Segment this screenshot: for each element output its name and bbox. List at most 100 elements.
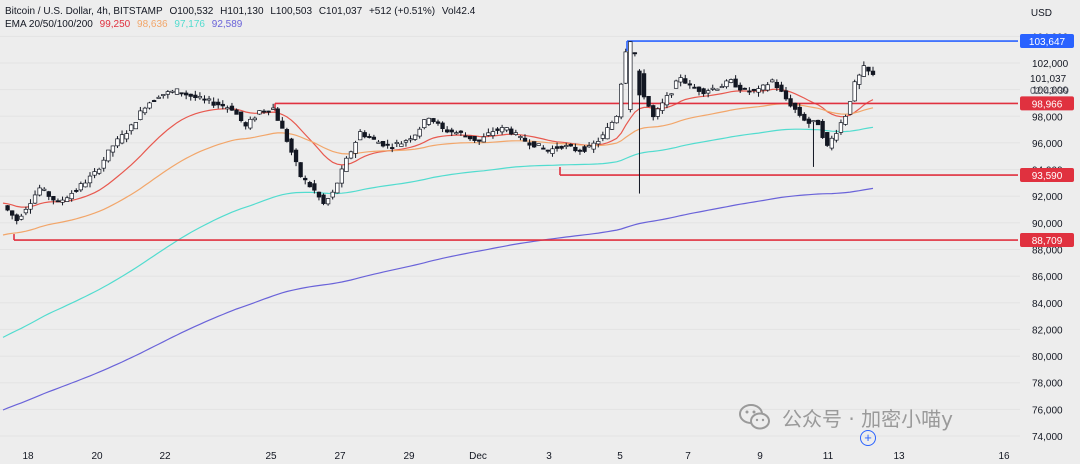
candle[interactable] bbox=[609, 120, 615, 131]
candle[interactable] bbox=[683, 74, 688, 84]
candle[interactable] bbox=[362, 130, 367, 139]
candle[interactable] bbox=[765, 82, 770, 92]
add-button[interactable]: + bbox=[860, 430, 876, 446]
candle[interactable] bbox=[170, 89, 175, 94]
candle[interactable] bbox=[431, 117, 436, 124]
candle[interactable] bbox=[151, 99, 157, 103]
candle[interactable] bbox=[197, 92, 203, 100]
candle[interactable] bbox=[440, 121, 445, 133]
candle[interactable] bbox=[692, 83, 697, 89]
candle[interactable] bbox=[806, 116, 812, 128]
candle[interactable] bbox=[847, 101, 853, 116]
candle[interactable] bbox=[399, 141, 404, 147]
candle[interactable] bbox=[742, 87, 747, 90]
candle[interactable] bbox=[10, 210, 15, 220]
candle[interactable] bbox=[280, 117, 285, 129]
candle[interactable] bbox=[380, 140, 386, 148]
candle[interactable] bbox=[870, 66, 876, 77]
candle[interactable] bbox=[133, 122, 138, 130]
candle[interactable] bbox=[206, 95, 212, 104]
candle[interactable] bbox=[193, 90, 198, 101]
candle[interactable] bbox=[202, 95, 207, 104]
candle[interactable] bbox=[339, 165, 344, 188]
candle[interactable] bbox=[669, 93, 674, 98]
candle[interactable] bbox=[783, 87, 789, 101]
candle[interactable] bbox=[857, 73, 862, 90]
candle[interactable] bbox=[42, 187, 47, 192]
candle[interactable] bbox=[408, 135, 413, 143]
candle[interactable] bbox=[733, 75, 738, 88]
candle[interactable] bbox=[78, 181, 83, 192]
price-chart[interactable]: 104,000102,000100,00098,00096,00094,0009… bbox=[0, 0, 1080, 464]
candle[interactable] bbox=[628, 41, 633, 113]
candle[interactable] bbox=[46, 190, 51, 201]
ema-label[interactable]: EMA 20/50/100/200 bbox=[5, 19, 93, 30]
candle[interactable] bbox=[358, 129, 363, 141]
candle[interactable] bbox=[238, 111, 244, 123]
candle[interactable] bbox=[756, 85, 761, 97]
candle[interactable] bbox=[367, 133, 372, 139]
candle[interactable] bbox=[83, 179, 88, 188]
candle[interactable] bbox=[312, 179, 317, 194]
candle[interactable] bbox=[229, 102, 235, 112]
candle[interactable] bbox=[330, 189, 335, 200]
candle[interactable] bbox=[861, 61, 866, 77]
candle[interactable] bbox=[724, 79, 729, 89]
candle[interactable] bbox=[243, 121, 248, 130]
candle[interactable] bbox=[353, 140, 358, 158]
candle[interactable] bbox=[257, 110, 262, 115]
candle[interactable] bbox=[577, 148, 583, 155]
candle[interactable] bbox=[385, 139, 390, 149]
candle[interactable] bbox=[303, 175, 308, 185]
candle[interactable] bbox=[445, 126, 450, 134]
candle[interactable] bbox=[619, 82, 624, 120]
candle[interactable] bbox=[19, 213, 24, 221]
candle[interactable] bbox=[174, 88, 180, 95]
candle[interactable] bbox=[660, 98, 665, 114]
candle[interactable] bbox=[481, 133, 486, 143]
candle[interactable] bbox=[614, 115, 619, 124]
candle[interactable] bbox=[788, 94, 793, 108]
candle[interactable] bbox=[348, 150, 354, 160]
candle[interactable] bbox=[550, 145, 555, 157]
candle[interactable] bbox=[499, 124, 505, 135]
candle[interactable] bbox=[284, 127, 290, 143]
candle[interactable] bbox=[495, 127, 500, 135]
candle[interactable] bbox=[518, 135, 523, 141]
candle[interactable] bbox=[51, 196, 56, 205]
candle[interactable] bbox=[600, 131, 605, 142]
candle[interactable] bbox=[559, 145, 564, 150]
candle[interactable] bbox=[275, 107, 280, 121]
candle[interactable] bbox=[115, 136, 120, 149]
candle[interactable] bbox=[110, 145, 116, 157]
candle[interactable] bbox=[728, 78, 734, 84]
candle[interactable] bbox=[161, 94, 166, 99]
candle[interactable] bbox=[371, 134, 377, 140]
candle[interactable] bbox=[394, 139, 399, 148]
candle[interactable] bbox=[298, 162, 303, 178]
candle[interactable] bbox=[316, 191, 322, 201]
candle[interactable] bbox=[467, 135, 473, 141]
candle[interactable] bbox=[5, 205, 10, 212]
candle[interactable] bbox=[664, 92, 670, 109]
candle[interactable] bbox=[582, 145, 587, 153]
candle[interactable] bbox=[97, 167, 102, 175]
candle[interactable] bbox=[426, 117, 431, 126]
candle[interactable] bbox=[811, 120, 816, 167]
candle[interactable] bbox=[119, 130, 125, 145]
candle[interactable] bbox=[829, 135, 834, 151]
candle[interactable] bbox=[760, 84, 766, 94]
candle[interactable] bbox=[815, 119, 821, 126]
candle[interactable] bbox=[605, 122, 610, 140]
candle[interactable] bbox=[655, 107, 660, 120]
candle[interactable] bbox=[490, 127, 496, 139]
candle[interactable] bbox=[623, 48, 628, 85]
candle[interactable] bbox=[138, 106, 143, 121]
candle[interactable] bbox=[412, 134, 418, 141]
candle[interactable] bbox=[779, 81, 784, 93]
candle[interactable] bbox=[321, 193, 326, 206]
candle[interactable] bbox=[838, 119, 844, 135]
candle[interactable] bbox=[541, 145, 546, 150]
candle[interactable] bbox=[179, 92, 184, 97]
candle[interactable] bbox=[165, 90, 170, 99]
